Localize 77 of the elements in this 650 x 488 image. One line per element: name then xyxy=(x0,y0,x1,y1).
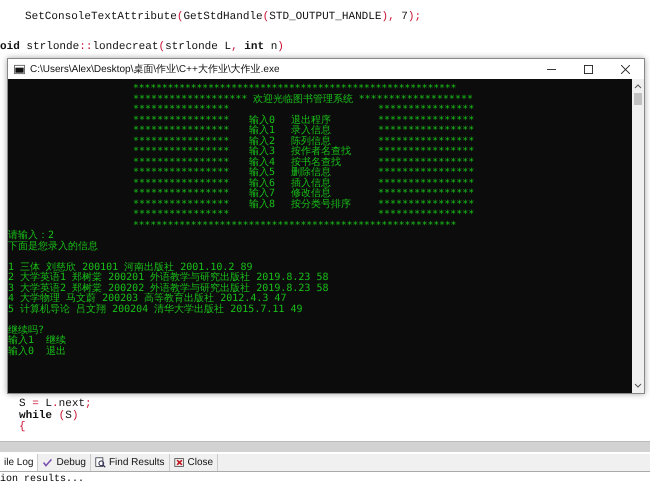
console-text: **************** xyxy=(378,136,473,146)
console-text: **************** xyxy=(133,126,230,136)
console-text: **************** xyxy=(378,168,473,178)
console-text: 输入1 xyxy=(249,126,276,136)
console-text: **************** xyxy=(133,178,230,188)
console-text: ******************* xyxy=(133,94,248,104)
console-text: 下面是您录入的信息 xyxy=(8,242,98,252)
console-text: **************** xyxy=(133,200,230,210)
console-text: 继续吗? xyxy=(8,326,44,336)
console-text: **************** xyxy=(133,105,230,116)
console-text: 3 大学英语2 郑树棠 200202 外语教学与研究出版社 2019.8.23 58 xyxy=(8,284,329,294)
code-line: S = L.next; xyxy=(19,399,92,410)
console-text: **************** xyxy=(133,116,230,126)
checkmark-icon xyxy=(42,456,54,468)
panel-tab[interactable]: ile Log xyxy=(0,454,38,470)
scroll-up-icon[interactable] xyxy=(634,82,642,90)
console-text: **************** xyxy=(378,105,473,116)
maximize-icon[interactable] xyxy=(584,64,593,74)
console-text: 输入5 xyxy=(249,168,276,178)
panel-tab[interactable]: Find Results xyxy=(90,454,170,470)
console-text: 1 三体 刘慈欣 200101 河南出版社 2001.10.2 89 xyxy=(8,262,252,272)
console-text: **************** xyxy=(133,158,230,168)
console-text: 输入2 xyxy=(249,136,276,146)
console-text: 5 计算机导论 吕文翔 200204 清华大学出版社 2015.7.11 49 xyxy=(8,304,302,315)
console-text: 输入8 xyxy=(249,200,276,210)
console-text: 插入信息 xyxy=(291,178,332,188)
search-icon xyxy=(94,456,106,468)
console-text: **************** xyxy=(378,147,473,158)
console-text: ******************* xyxy=(358,94,473,104)
console-text: 输入7 xyxy=(249,189,276,199)
console-text: **************** xyxy=(133,210,230,220)
console-text: ******************************************************** xyxy=(133,84,456,94)
console-text: **************** xyxy=(133,189,230,200)
code-line: SetConsoleTextAttribute(GetStdHandle(STD_OUTPUT_HANDLE), 7); xyxy=(25,10,422,24)
console-text: **************** xyxy=(378,200,473,210)
console-text: 输入4 xyxy=(249,158,276,168)
console-text: 输入6 xyxy=(249,178,276,188)
console-text: 欢迎光临图书管理系统 xyxy=(253,94,353,105)
log-text: ion results... xyxy=(0,472,84,486)
console-text: 输入3 xyxy=(249,147,276,157)
console-text: ******************************************************** xyxy=(133,220,456,231)
console-text: 按书名查找 xyxy=(291,158,342,168)
vertical-scrollbar[interactable] xyxy=(632,79,644,393)
console-text: 修改信息 xyxy=(291,189,331,199)
console-text: 输入0 xyxy=(249,116,276,126)
panel-tab[interactable]: Close xyxy=(170,454,218,470)
console-text: **************** xyxy=(378,178,473,188)
console-text: **************** xyxy=(378,126,473,136)
console-text: 输入1 继续 xyxy=(8,336,66,346)
code-line: { xyxy=(19,422,26,434)
horizontal-scrollbar[interactable] xyxy=(0,440,650,452)
window-title: C:\Users\Alex\Desktop\桌面\作业\C++大作业\大作业.exe xyxy=(30,62,280,76)
console-text: **************** xyxy=(378,189,473,200)
console-text: **************** xyxy=(133,136,230,146)
console-text: 录入信息 xyxy=(291,126,332,136)
console-icon xyxy=(14,64,25,74)
console-text: **************** xyxy=(378,116,473,126)
close-icon xyxy=(174,456,185,468)
console-text: 删除信息 xyxy=(291,168,332,178)
console-text: 按作者名查找 xyxy=(291,147,352,157)
console-text: 陈列信息 xyxy=(291,136,331,146)
scrollbar-thumb[interactable] xyxy=(634,93,642,105)
console-text: 4 大学物理 马文蔚 200203 高等教育出版社 2012.4.3 47 xyxy=(8,294,286,304)
code-line: oid strlonde::londecreat(strlonde L, int n) xyxy=(0,40,284,54)
console-text: **************** xyxy=(378,210,473,220)
console-text: **************** xyxy=(378,158,473,168)
code-line: while (S) xyxy=(19,410,78,422)
console-text: **************** xyxy=(133,168,230,178)
scroll-down-icon[interactable] xyxy=(634,382,642,390)
console-text: 输入0 退出 xyxy=(8,346,66,357)
console-text: **************** xyxy=(133,147,230,158)
console-text: 请输入：2 xyxy=(8,231,54,241)
console-text: 退出程序 xyxy=(291,116,332,126)
close-icon[interactable] xyxy=(621,64,630,74)
console-text: 2 大学英语1 郑树棠 200201 外语教学与研究出版社 2019.8.23 58 xyxy=(8,273,329,283)
panel-tab[interactable]: Debug xyxy=(38,454,91,470)
console-text: 按分类号排序 xyxy=(291,200,352,210)
